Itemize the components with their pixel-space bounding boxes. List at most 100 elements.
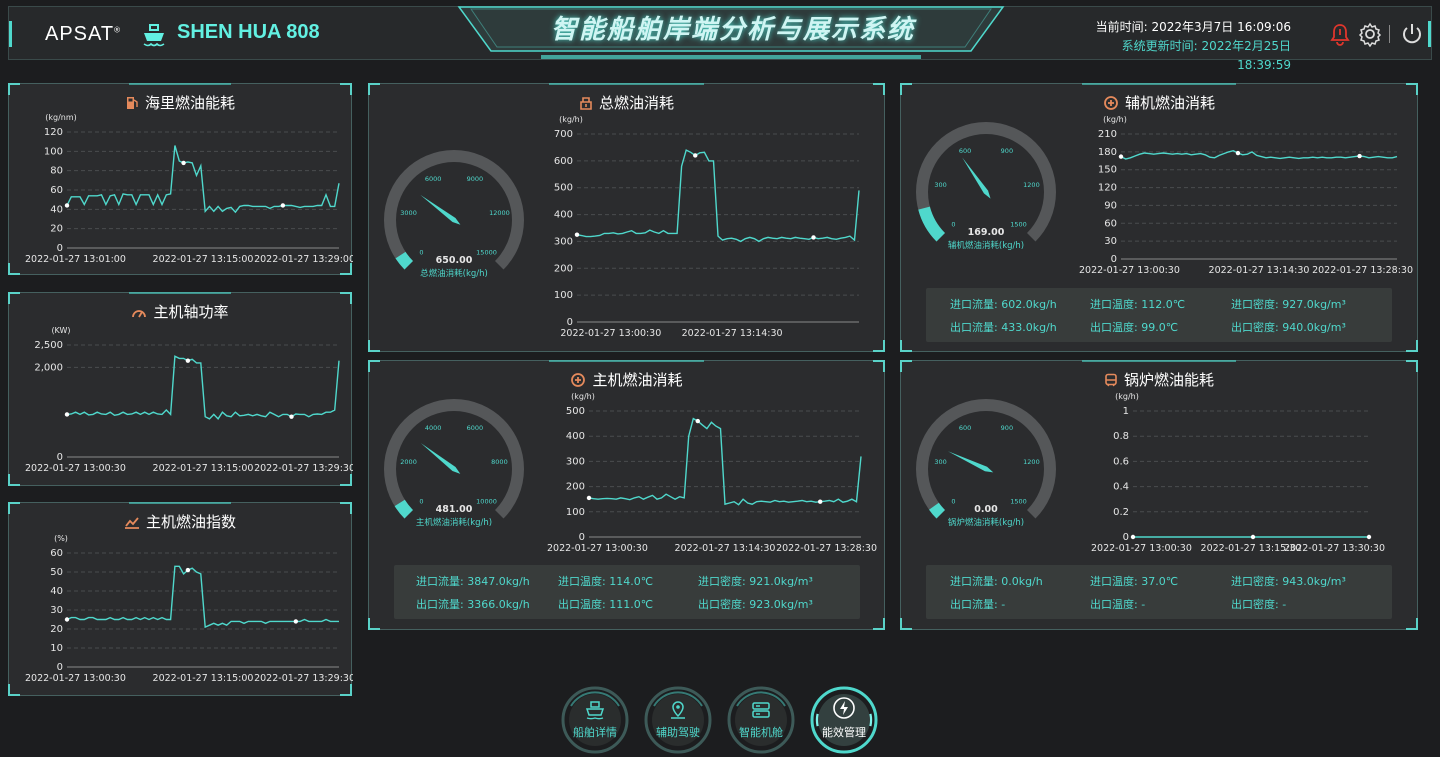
time-info: 当前时间: 2022年3月7日 16:09:06 系统更新时间: 2022年2月… (1077, 18, 1291, 75)
update-time: 2022年2月25日 18:39:59 (1201, 39, 1291, 72)
y-tick-label: 0.6 (1113, 456, 1129, 467)
main-out-flow: 出口流量: 3366.0kg/h (416, 598, 530, 611)
aux-info-box: 进口流量: 602.0kg/h 进口温度: 112.0℃ 进口密度: 927.0… (926, 288, 1392, 342)
data-point (693, 153, 698, 158)
y-tick-label: 500 (566, 406, 585, 417)
x-tick-label: 2022-01-27 13:30:30 (1284, 543, 1385, 554)
main-info-box: 进口流量: 3847.0kg/h 进口温度: 114.0℃ 进口密度: 921.… (394, 565, 860, 619)
axis-unit: (kg/h) (1103, 115, 1127, 124)
gauge-value: 0.00 (974, 504, 998, 515)
system-title: 智能船舶岸端分析与展示系统 (550, 15, 915, 45)
nav-smart-engine-room[interactable]: 智能机舱 (727, 686, 795, 754)
gear-icon[interactable] (1357, 21, 1383, 47)
data-point (280, 203, 286, 208)
y-tick-label: 210 (1098, 129, 1117, 140)
gauge-tick-label: 8000 (491, 458, 508, 466)
nav-label: 船舶详情 (573, 726, 617, 739)
y-tick-label: 20 (50, 624, 63, 635)
ship-name: SHEN HUA 808 (177, 21, 320, 43)
data-point (1235, 150, 1241, 156)
gauge-label: 锅炉燃油消耗(kg/h) (948, 517, 1024, 528)
data-point (289, 414, 294, 419)
gauge-tick-label: 1200 (1023, 181, 1040, 189)
server-icon (752, 702, 770, 718)
y-tick-label: 200 (566, 482, 585, 493)
current-time: 2022年3月7日 16:09:06 (1151, 20, 1291, 34)
y-tick-label: 60 (50, 185, 63, 196)
main-out-density: 出口密度: 923.0kg/m³ (698, 598, 813, 611)
nav-energy-management[interactable]: 能效管理 (810, 686, 878, 754)
nav-assisted-driving[interactable]: 辅助驾驶 (644, 686, 712, 754)
icon-divider (1389, 25, 1390, 43)
y-tick-label: 60 (50, 548, 63, 559)
nav-label: 智能机舱 (739, 726, 783, 739)
y-tick-label: 300 (566, 456, 585, 467)
nav-label: 辅助驾驶 (656, 726, 700, 739)
main-out-temp: 出口温度: 111.0℃ (558, 598, 654, 611)
nav-ring (561, 686, 629, 754)
gauge-tick-label: 15000 (476, 249, 497, 257)
data-point (1366, 534, 1372, 540)
gauge-tick-label: 0 (951, 221, 955, 229)
boiler-out-flow: 出口流量: - (950, 598, 1006, 611)
y-tick-label: 0 (57, 452, 63, 463)
gauge-needle (962, 157, 991, 199)
gauge-fill (929, 502, 946, 519)
y-tick-label: 100 (44, 146, 63, 157)
y-tick-label: 500 (554, 183, 573, 194)
gauge-needle (420, 443, 461, 474)
gauge-tick-label: 1200 (1023, 458, 1040, 466)
panel-title: 主机燃油指数 (9, 511, 351, 532)
main-in-density: 进口密度: 921.0kg/m³ (698, 575, 813, 588)
data-point (1130, 534, 1136, 540)
gauge-label: 总燃油消耗(kg/h) (420, 268, 488, 279)
gauge-value: 169.00 (968, 227, 1005, 238)
x-tick-label: 2022-01-27 13:15:00 (153, 254, 254, 265)
data-point (64, 617, 70, 622)
x-tick-label: 2022-01-27 13:14:30 (682, 328, 783, 339)
x-tick-label: 2022-01-27 13:00:30 (25, 463, 126, 474)
current-time-label: 当前时间: (1095, 20, 1148, 34)
nav-ring (727, 686, 795, 754)
aux-in-temp: 进口温度: 112.0℃ (1090, 298, 1186, 311)
gauge-tick-label: 0 (419, 498, 423, 506)
gauge-tick-label: 4000 (425, 424, 442, 432)
data-point (64, 203, 70, 208)
update-time-label: 系统更新时间: (1121, 39, 1198, 53)
gauge-tick-label: 6000 (467, 424, 484, 432)
x-tick-label: 2022-01-27 13:00:30 (560, 328, 661, 339)
y-tick-label: 0.4 (1113, 482, 1129, 493)
y-tick-label: 40 (50, 586, 63, 597)
x-tick-label: 2022-01-27 13:15:00 (153, 463, 254, 474)
axis-unit: (kg/h) (1115, 392, 1139, 401)
data-point (64, 412, 70, 417)
boiler-icon (1105, 373, 1117, 387)
data-point (1118, 154, 1124, 159)
panel-main-fuel: 主机燃油消耗 0 2000 4000 6000 8000 10000 481.00 主机燃油消… (368, 360, 885, 630)
y-tick-label: 2,500 (34, 340, 63, 351)
gauge-tick-label: 300 (934, 181, 946, 189)
gauge-tick-label: 1500 (1010, 498, 1027, 506)
panel-aux-fuel: 辅机燃油消耗 0 300 600 900 1200 1500 169.00 辅机燃油消耗(kg… (900, 83, 1418, 352)
panel-title: 主机燃油消耗 (369, 369, 884, 390)
gauge-tick-label: 2000 (400, 458, 417, 466)
y-tick-label: 30 (50, 605, 63, 616)
boiler-out-temp: 出口温度: - (1090, 598, 1146, 611)
boiler-out-density: 出口密度: - (1231, 598, 1287, 611)
panel-title: 总燃油消耗 (369, 92, 884, 113)
y-tick-label: 40 (50, 204, 63, 215)
data-point (1357, 153, 1362, 159)
nav-ship-details[interactable]: 船舶详情 (561, 686, 629, 754)
series-line (66, 565, 339, 629)
gauge-value: 481.00 (436, 504, 473, 515)
header-left-accent (9, 21, 12, 47)
power-icon[interactable] (1399, 21, 1425, 47)
y-tick-label: 120 (44, 127, 63, 138)
chart-shaft-power: (KW) 0 2,000 2,500 2022-01-27 13:00:30 2022-0… (25, 326, 355, 474)
data-point (574, 232, 580, 237)
company-logo: APSAT® (45, 23, 121, 45)
series-line (576, 149, 860, 243)
top-header: APSAT® SHEN HUA 808 智能船舶岸端分析与展示系统 当前时间: … (8, 6, 1432, 72)
y-tick-label: 100 (554, 290, 573, 301)
alarm-icon[interactable] (1327, 21, 1353, 47)
